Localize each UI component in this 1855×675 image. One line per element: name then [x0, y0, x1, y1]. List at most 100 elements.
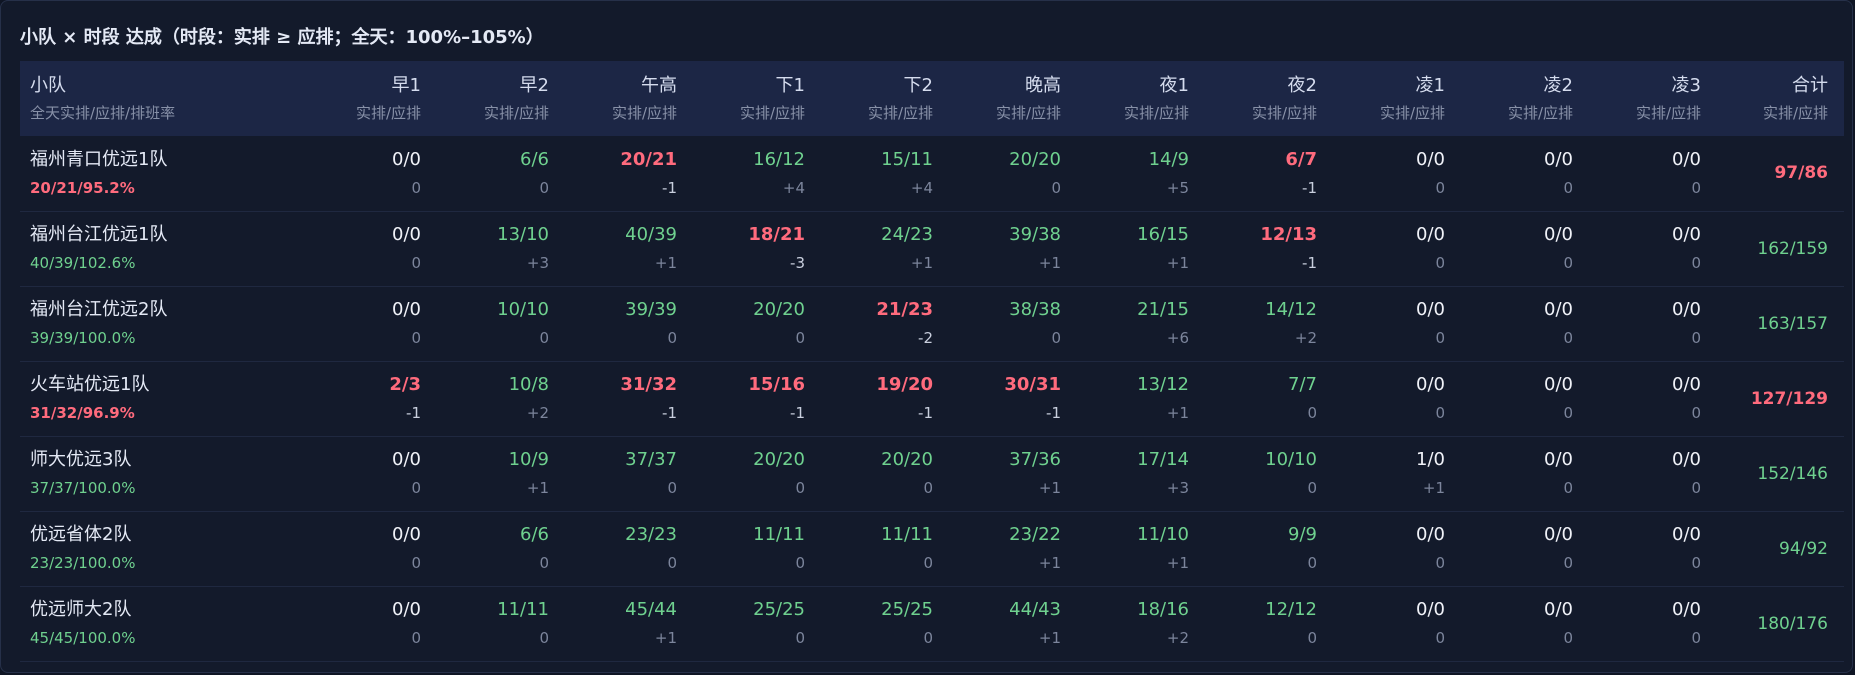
slot-diff: +2: [1166, 629, 1189, 647]
slot-value: 16/12: [753, 148, 805, 170]
slot-value: 10/9: [508, 449, 549, 470]
slot-value: 15/16: [748, 374, 805, 395]
slot-cell: 0/0 0: [1333, 361, 1461, 436]
slot-value: 0/0: [392, 148, 421, 170]
slot-cell: 20/20 0: [949, 136, 1077, 211]
slot-diff: +4: [910, 178, 933, 197]
team-daily-rate: 39/39/100.0%: [30, 329, 136, 347]
header-slot-8[interactable]: 凌1 实排/应排: [1333, 61, 1461, 136]
header-team[interactable]: 小队 全天实排/应排/排班率: [20, 61, 309, 136]
table-row[interactable]: 福州台江优远1队 40/39/102.6% 0/0 0 13/10 +3 40/39 +1 18…: [20, 211, 1844, 286]
header-slot-sub: 实排/应排: [1507, 103, 1573, 122]
slot-cell: 0/0 0: [1589, 211, 1717, 286]
slot-value: 23/22: [1009, 524, 1061, 545]
slot-cell: 0/0 0: [1333, 211, 1461, 286]
table-row[interactable]: 福州台江优远2队 39/39/100.0% 0/0 0 10/10 0 39/39 0 20/2…: [20, 286, 1844, 361]
slot-diff: 0: [1051, 178, 1061, 197]
table-row[interactable]: 优远省体2队 23/23/100.0% 0/0 0 6/6 0 23/23 0 11/11 0 11…: [20, 511, 1844, 586]
slot-diff: -3: [790, 254, 805, 272]
slot-cell: 39/38 +1: [949, 211, 1077, 286]
header-slot-sub: 实排/应排: [355, 103, 421, 122]
team-cell: 师大优远3队 37/37/100.0%: [20, 436, 309, 511]
slot-cell: 0/0 0: [1589, 436, 1717, 511]
total-cell: 163/157: [1717, 286, 1844, 361]
slot-value: 0/0: [1672, 449, 1701, 470]
slot-cell: 10/8 +2: [437, 361, 565, 436]
slot-value: 0/0: [1416, 148, 1445, 170]
total-value: 94/92: [1779, 538, 1828, 559]
slot-diff: +6: [1166, 329, 1189, 347]
slot-diff: +1: [1166, 254, 1189, 272]
header-slot-9[interactable]: 凌2 实排/应排: [1461, 61, 1589, 136]
slot-cell: 6/6 0: [437, 136, 565, 211]
slot-value: 13/12: [1137, 374, 1189, 395]
slot-value: 18/16: [1137, 599, 1189, 620]
slot-cell: 17/14 +3: [1077, 436, 1205, 511]
header-slot-7[interactable]: 夜2 实排/应排: [1205, 61, 1333, 136]
slot-diff: 0: [667, 554, 677, 572]
header-slot-3[interactable]: 下1 实排/应排: [693, 61, 821, 136]
slot-cell: 18/16 +2: [1077, 586, 1205, 661]
total-value: 97/86: [1774, 163, 1828, 184]
slot-value: 11/11: [497, 599, 549, 620]
slot-value: 19/20: [876, 374, 933, 395]
slot-value: 0/0: [1544, 299, 1573, 320]
slot-diff: 0: [411, 479, 421, 497]
slot-cell: 0/0 0: [1333, 136, 1461, 211]
slot-cell: 0/0 0: [1461, 211, 1589, 286]
header-slot-4[interactable]: 下2 实排/应排: [821, 61, 949, 136]
header-slot-1[interactable]: 早2 实排/应排: [437, 61, 565, 136]
slot-value: 10/10: [497, 299, 549, 320]
header-slot-0[interactable]: 早1 实排/应排: [309, 61, 437, 136]
slot-diff: +1: [910, 254, 933, 272]
slot-cell: 0/0 0: [1461, 586, 1589, 661]
slot-cell: 0/0 0: [1589, 511, 1717, 586]
slot-cell: 0/0 0: [309, 436, 437, 511]
header-slot-label: 下1: [775, 74, 805, 96]
team-name: 火车站优远1队: [30, 374, 150, 395]
slot-value: 14/9: [1148, 148, 1189, 170]
slot-value: 25/25: [881, 599, 933, 620]
slot-cell: 20/20 0: [693, 436, 821, 511]
header-slot-10[interactable]: 凌3 实排/应排: [1589, 61, 1717, 136]
slot-cell: 20/20 0: [821, 436, 949, 511]
slot-value: 6/6: [520, 148, 549, 170]
slot-cell: 1/0 +1: [1333, 436, 1461, 511]
slot-value: 13/10: [497, 224, 549, 245]
total-value: 163/157: [1757, 313, 1828, 334]
slot-cell: 0/0 0: [1461, 511, 1589, 586]
header-total[interactable]: 合计 实排/应排: [1717, 61, 1844, 136]
slot-diff: 0: [539, 629, 549, 647]
slot-cell: 20/20 0: [693, 286, 821, 361]
total-cell: 97/86: [1717, 136, 1844, 211]
total-cell: 162/159: [1717, 211, 1844, 286]
slot-value: 39/38: [1009, 224, 1061, 245]
header-slot-sub: 实排/应排: [1379, 103, 1445, 122]
table-row[interactable]: 火车站优远1队 31/32/96.9% 2/3 -1 10/8 +2 31/32 -1 15/1…: [20, 361, 1844, 436]
slot-diff: +1: [1422, 479, 1445, 497]
team-cell: 福州台江优远2队 39/39/100.0%: [20, 286, 309, 361]
slot-diff: +1: [1038, 254, 1061, 272]
slot-diff: +3: [1166, 479, 1189, 497]
table-row[interactable]: 师大优远3队 37/37/100.0% 0/0 0 10/9 +1 37/37 0 20/20 0…: [20, 436, 1844, 511]
slot-diff: 0: [1307, 479, 1317, 497]
header-slot-5[interactable]: 晚高 实排/应排: [949, 61, 1077, 136]
slot-value: 20/20: [1009, 148, 1061, 170]
slot-diff: 0: [1563, 178, 1573, 197]
slot-diff: 0: [539, 178, 549, 197]
table-row[interactable]: 福州青口优远1队 20/21/95.2% 0/0 0 6/6 0 20/21 -1 16/12 +…: [20, 136, 1844, 211]
slot-diff: +2: [526, 404, 549, 422]
slot-cell: 14/9 +5: [1077, 136, 1205, 211]
table-row[interactable]: 优远师大2队 45/45/100.0% 0/0 0 11/11 0 45/44 +1 25/25…: [20, 586, 1844, 661]
header-slot-sub: 实排/应排: [739, 103, 805, 122]
header-slot-label: 凌3: [1671, 74, 1701, 96]
slot-diff: 0: [667, 329, 677, 347]
header-slot-2[interactable]: 午高 实排/应排: [565, 61, 693, 136]
slot-diff: 0: [667, 479, 677, 497]
slot-cell: 14/12 +2: [1205, 286, 1333, 361]
header-slot-6[interactable]: 夜1 实排/应排: [1077, 61, 1205, 136]
slot-cell: 0/0 0: [1333, 286, 1461, 361]
header-slot-label: 夜2: [1287, 74, 1317, 96]
slot-cell: 16/15 +1: [1077, 211, 1205, 286]
slot-value: 0/0: [1672, 148, 1701, 170]
